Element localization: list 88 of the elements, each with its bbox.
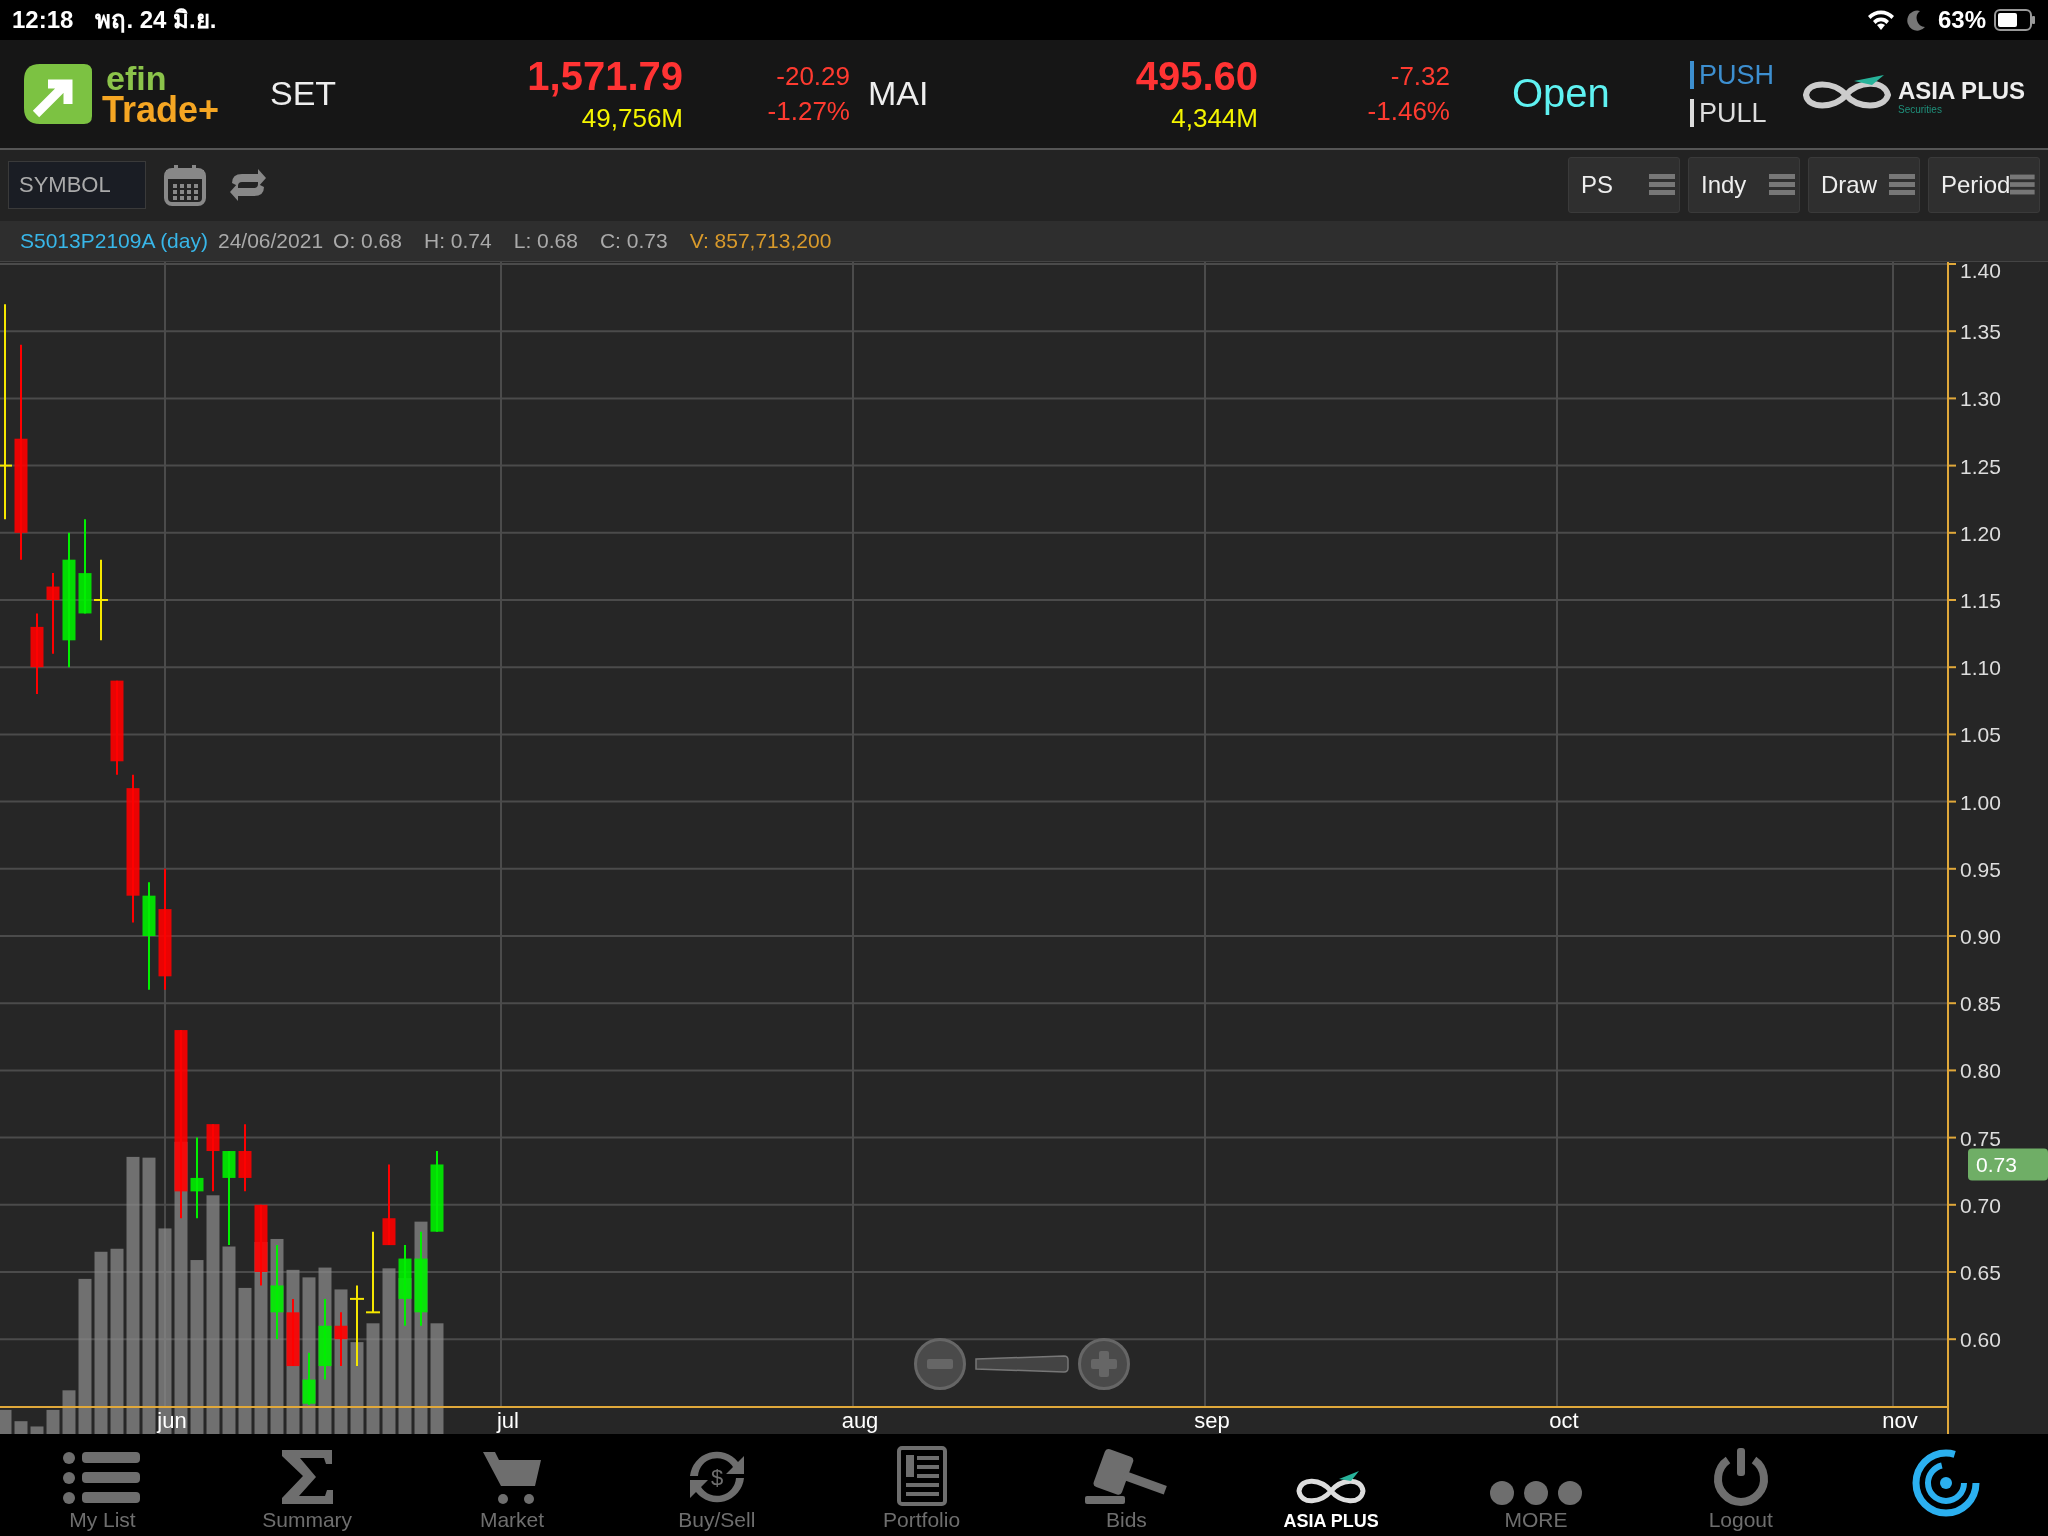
index-change-percent: -1.27% xyxy=(767,95,850,127)
axis-label: 0.75 xyxy=(1960,1126,2001,1150)
chart-menu-button[interactable]: Draw xyxy=(1808,157,1920,214)
power-icon xyxy=(1711,1446,1770,1506)
candlestick xyxy=(302,1351,316,1407)
axis-label: 0.65 xyxy=(1960,1261,2001,1285)
index-change-percent: -1.46% xyxy=(1367,95,1450,127)
battery-icon xyxy=(1994,8,2036,31)
volume-bar xyxy=(62,1390,76,1435)
moon-icon xyxy=(1905,8,1926,31)
asia-plus-logo: ASIA PLUS Securities xyxy=(1802,68,2028,119)
chart-menu-button[interactable]: PS xyxy=(1568,157,1680,214)
axis-label: 0.85 xyxy=(1960,992,2001,1016)
market-name: SET xyxy=(270,74,337,113)
axis-label: 0.60 xyxy=(1960,1328,2001,1352)
axis-label: 1.05 xyxy=(1960,723,2001,747)
index-change: -7.32 xyxy=(1390,60,1450,92)
nav-tab[interactable]: MORE xyxy=(1433,1434,1639,1536)
nav-tab[interactable]: Market xyxy=(409,1434,615,1536)
status-time: 12:18 xyxy=(12,5,74,34)
axis-label: sep xyxy=(1194,1408,1230,1434)
price-tag: 0.73 xyxy=(1968,1148,2048,1181)
trade-value: 49,756M xyxy=(581,102,683,134)
list-icon xyxy=(62,1450,143,1506)
index-change: -20.29 xyxy=(776,60,850,92)
nav-tab[interactable]: $ Buy/Sell xyxy=(614,1434,820,1536)
chart-menu-button[interactable]: Period xyxy=(1928,157,2040,214)
axis-label: 1.25 xyxy=(1960,454,2001,478)
ohlc-value: L: 0.68 xyxy=(513,229,578,254)
market-status: Open xyxy=(1512,71,1610,116)
axis-label: 1.15 xyxy=(1960,589,2001,613)
axis-label: 0.70 xyxy=(1960,1194,2001,1218)
volume-bar xyxy=(14,1421,28,1435)
volume-value: V: 857,713,200 xyxy=(689,229,832,254)
minus-icon xyxy=(927,1359,953,1370)
candlestick xyxy=(238,1123,252,1193)
axis-label: 0.90 xyxy=(1960,925,2001,949)
nav-tab[interactable]: ASIA PLUS xyxy=(1228,1434,1434,1536)
calendar-icon[interactable] xyxy=(164,164,206,207)
candlestick xyxy=(206,1123,220,1193)
spiral-ring-icon xyxy=(1910,1448,1981,1519)
axis-label: nov xyxy=(1882,1408,1918,1434)
ohlc-value: C: 0.73 xyxy=(599,229,668,254)
market-name: MAI xyxy=(868,74,929,113)
gavel-icon xyxy=(1083,1448,1170,1506)
zoom-handle[interactable] xyxy=(974,1355,1070,1374)
volume-bar xyxy=(30,1426,44,1435)
trade-value: 4,344M xyxy=(1171,102,1258,134)
nav-tab[interactable]: My List xyxy=(0,1434,205,1536)
index-value: 495.60 xyxy=(1135,53,1258,99)
axis-label: 1.00 xyxy=(1960,790,2001,814)
axis-label: 1.35 xyxy=(1960,320,2001,344)
zoom-out-button[interactable] xyxy=(914,1338,966,1391)
wifi-icon xyxy=(1865,8,1896,31)
symbol-label: S5013P2109A (day) xyxy=(20,229,208,254)
mode-toggle[interactable]: PULL xyxy=(1690,98,1802,127)
axis-label: 0.80 xyxy=(1960,1059,2001,1083)
axis-label: oct xyxy=(1549,1408,1579,1434)
nav-tab[interactable]: Bids xyxy=(1024,1434,1229,1536)
nav-tab[interactable]: Logout xyxy=(1638,1434,1844,1536)
refresh-icon[interactable] xyxy=(228,169,268,202)
date-label: 24/06/2021 xyxy=(218,229,324,254)
mode-toggle[interactable]: PUSH xyxy=(1690,60,1802,89)
symbol-field[interactable]: SYMBOL xyxy=(8,161,146,210)
more-dots-icon xyxy=(1488,1480,1583,1506)
volume-bar xyxy=(0,1410,12,1435)
document-icon xyxy=(896,1446,947,1506)
axis-label: 1.10 xyxy=(1960,656,2001,680)
candlestick xyxy=(286,1298,300,1368)
nav-tab[interactable]: Summary xyxy=(204,1434,410,1536)
axis-label: 1.40 xyxy=(1960,262,2001,283)
axis-label: jul xyxy=(497,1408,519,1434)
axis-label: 1.30 xyxy=(1960,387,2001,411)
zoom-in-button[interactable] xyxy=(1078,1338,1130,1391)
volume-bar xyxy=(46,1410,60,1435)
ohlc-value: O: 0.68 xyxy=(333,229,402,254)
status-date: พฤ. 24 มิ.ย. xyxy=(95,5,217,36)
battery-percent: 63% xyxy=(1937,5,1986,34)
axis-label: aug xyxy=(841,1408,879,1434)
plus-icon xyxy=(1091,1351,1117,1378)
efin-trade-logo: efin Trade+ xyxy=(20,59,270,128)
index-value: 1,571.79 xyxy=(527,53,683,99)
axis-label: 0.95 xyxy=(1960,858,2001,882)
axis-label: jun xyxy=(157,1408,187,1434)
ohlc-value: H: 0.74 xyxy=(424,229,492,254)
nav-tab[interactable]: Portfolio xyxy=(819,1434,1024,1536)
chart-menu-button[interactable]: Indy xyxy=(1688,157,1800,214)
axis-label: 1.20 xyxy=(1960,522,2001,546)
